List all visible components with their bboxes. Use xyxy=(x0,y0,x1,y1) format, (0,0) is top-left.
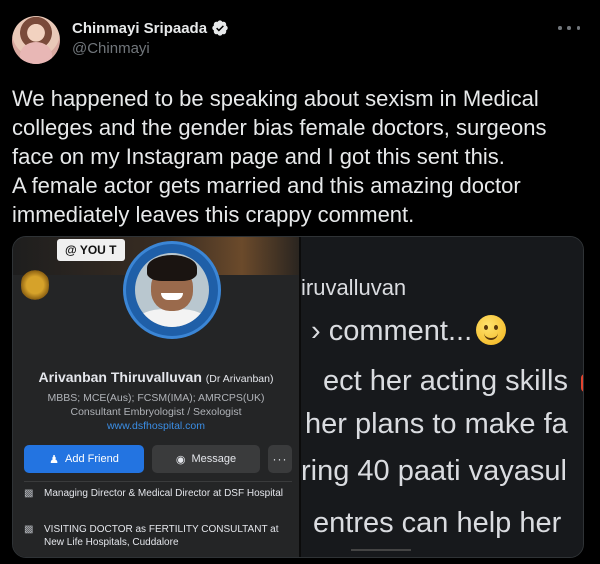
info-item-work: ▩ Managing Director & Medical Director a… xyxy=(24,488,296,501)
author-display-name[interactable]: Chinmayi Sripaada xyxy=(72,20,207,37)
cover-emblem xyxy=(21,265,49,305)
author-handle[interactable]: @Chinmayi xyxy=(72,40,150,57)
zoom-line-1: iruvalluvan xyxy=(301,275,407,300)
comment-zoom-screenshot[interactable]: iruvalluvan › comment... ect her acting … xyxy=(299,237,583,557)
zoom-line-5: ring 40 paati vayasul xyxy=(301,455,567,487)
zoom-line-2: › comment... xyxy=(311,315,507,348)
profile-title: Consultant Embryologist / Sexologist xyxy=(70,405,242,418)
author-avatar[interactable] xyxy=(12,16,60,64)
profile-name-text: Arivanban Thiruvalluvan xyxy=(38,369,202,385)
info-item-work-text: Managing Director & Medical Director at … xyxy=(44,488,283,499)
more-options-icon[interactable] xyxy=(558,18,580,38)
profile-name: Arivanban Thiruvalluvan (Dr Arivanban) xyxy=(13,369,299,385)
red-emoji-edge-icon xyxy=(581,374,583,392)
profile-website: www.dsfhospital.com xyxy=(106,420,206,432)
add-person-icon: ♟ xyxy=(49,453,60,466)
smiley-emoji-icon xyxy=(476,315,507,345)
cut-off-text xyxy=(351,549,411,557)
messenger-icon: ◉ xyxy=(175,453,186,466)
briefcase-icon: ▩ xyxy=(24,488,34,499)
profile-bio: MBBS; MCE(Aus); FCSM(IMA); AMRCPS(UK) Co… xyxy=(13,392,299,419)
profile-screenshot[interactable]: @ YOU T Arivanban Thiruvalluvan (Dr Ariv… xyxy=(13,237,299,557)
divider xyxy=(24,481,292,482)
zoom-line-2-text: › comment... xyxy=(311,315,473,347)
tweet-text: We happened to be speaking about sexism … xyxy=(12,86,547,227)
profile-nickname: (Dr Arivanban) xyxy=(205,373,274,385)
zoom-line-4: her plans to make fa xyxy=(305,408,568,440)
profile-degrees: MBBS; MCE(Aus); FCSM(IMA); AMRCPS(UK) xyxy=(47,392,265,404)
verified-badge-icon xyxy=(212,20,228,36)
zoom-line-6: entres can help her xyxy=(313,507,562,539)
add-friend-label: Add Friend xyxy=(65,453,119,465)
message-button: ◉ Message xyxy=(152,445,260,473)
info-item-visiting: ▩ VISITING DOCTOR as FERTILITY CONSULTAN… xyxy=(24,524,296,549)
profile-more-button: ··· xyxy=(268,445,292,473)
info-item-visiting-text: VISITING DOCTOR as FERTILITY CONSULTANT … xyxy=(44,524,279,548)
tweet-header: Chinmayi Sripaada @Chinmayi xyxy=(0,0,600,72)
message-label: Message xyxy=(191,453,237,465)
tweet-media[interactable]: @ YOU T Arivanban Thiruvalluvan (Dr Ariv… xyxy=(12,236,584,558)
author-name-row[interactable]: Chinmayi Sripaada xyxy=(72,19,229,37)
zoom-line-3: ect her acting skills xyxy=(323,365,568,397)
youtube-tag: @ YOU T xyxy=(57,239,125,261)
briefcase-icon: ▩ xyxy=(24,524,34,535)
add-friend-button: ♟ Add Friend xyxy=(24,445,144,473)
profile-picture xyxy=(123,241,221,339)
